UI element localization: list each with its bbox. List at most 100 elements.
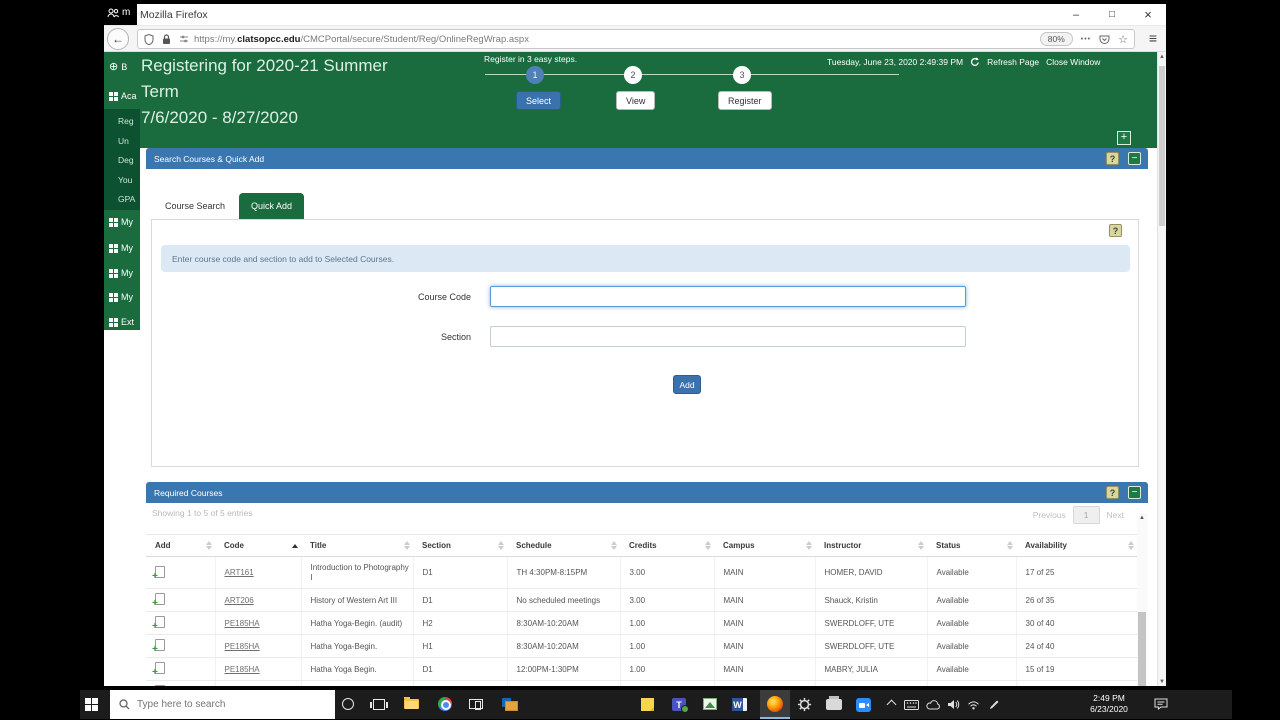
tab-quick-add[interactable]: Quick Add	[239, 193, 304, 219]
tab-course-search[interactable]: Course Search	[151, 193, 239, 219]
onedrive-cloud-icon[interactable]	[926, 700, 941, 710]
pocket-icon[interactable]	[1099, 34, 1110, 45]
sidebar-item-ext[interactable]: Ext	[109, 317, 134, 327]
close-window-link[interactable]: Close Window	[1046, 57, 1100, 67]
back-button[interactable]	[107, 28, 129, 50]
start-button[interactable]	[85, 698, 98, 711]
table-scrollbar-thumb[interactable]	[1138, 612, 1146, 686]
fax-app-icon[interactable]	[826, 699, 842, 710]
course-code-link[interactable]: ART206	[225, 596, 254, 605]
section-field[interactable]	[490, 326, 966, 347]
help-icon[interactable]	[1109, 224, 1122, 237]
sidebar-subitem-registration[interactable]: Reg	[118, 116, 134, 126]
refresh-page-link[interactable]: Refresh Page	[987, 57, 1039, 67]
column-header-instructor[interactable]: Instructor	[815, 535, 927, 557]
settings-gear-icon[interactable]	[797, 697, 812, 712]
close-button[interactable]	[1130, 4, 1166, 25]
page-scrollbar[interactable]	[1157, 52, 1166, 686]
column-header-add[interactable]: Add	[146, 535, 215, 557]
expand-icon[interactable]	[1117, 131, 1131, 145]
sidebar-item-my-2[interactable]: My	[109, 243, 133, 253]
sidebar-subitem-gpa[interactable]: GPA	[118, 194, 135, 204]
sticky-notes-icon[interactable]	[641, 698, 654, 711]
step-2-circle[interactable]: 2	[624, 66, 642, 84]
add-course-icon[interactable]	[155, 593, 165, 605]
bookmark-star-icon[interactable]	[1118, 33, 1128, 46]
url-bar[interactable]: https://my.clatsopcc.edu/CMCPortal/secur…	[137, 29, 1135, 49]
course-code-link[interactable]: PE185HA	[225, 642, 260, 651]
scroll-up-icon[interactable]	[1137, 513, 1147, 523]
pagination-next[interactable]: Next	[1107, 510, 1124, 520]
course-code-field[interactable]	[490, 286, 966, 307]
zoom-level-badge[interactable]: 80%	[1040, 32, 1073, 46]
help-icon[interactable]	[1106, 152, 1119, 165]
minimize-button[interactable]	[1058, 4, 1094, 25]
step-3-circle[interactable]: 3	[733, 66, 751, 84]
shield-icon[interactable]	[144, 34, 154, 45]
add-course-icon[interactable]	[155, 662, 165, 674]
scroll-down-icon[interactable]	[1158, 679, 1166, 685]
url-text[interactable]: https://my.clatsopcc.edu/CMCPortal/secur…	[194, 34, 529, 45]
column-header-code[interactable]: Code	[215, 535, 301, 557]
column-header-section[interactable]: Section	[413, 535, 507, 557]
column-header-availability[interactable]: Availability	[1016, 535, 1137, 557]
volume-icon[interactable]	[947, 699, 960, 710]
taskbar-clock[interactable]: 2:49 PM 6/23/2020	[1080, 693, 1138, 715]
sidebar-item-academics[interactable]: Aca	[109, 91, 137, 101]
table-scrollbar[interactable]	[1137, 513, 1147, 686]
scroll-up-icon[interactable]	[1158, 52, 1166, 62]
page-actions-icon[interactable]	[1081, 36, 1091, 43]
step-select-button[interactable]: Select	[516, 91, 561, 110]
column-header-credits[interactable]: Credits	[620, 535, 714, 557]
word-icon[interactable]	[732, 698, 747, 711]
column-header-schedule[interactable]: Schedule	[507, 535, 620, 557]
step-view-button[interactable]: View	[616, 91, 655, 110]
permissions-icon[interactable]	[179, 34, 189, 44]
course-code-link[interactable]: PE185HA	[225, 619, 260, 628]
outlook-icon[interactable]	[502, 698, 518, 711]
add-course-icon[interactable]	[155, 685, 165, 686]
sidebar-subitem-your[interactable]: You	[118, 175, 132, 185]
photo-app-icon[interactable]	[703, 698, 717, 710]
teams-icon[interactable]: T	[672, 698, 686, 711]
column-header-status[interactable]: Status	[927, 535, 1016, 557]
firefox-taskbar-tile[interactable]	[760, 690, 790, 719]
column-header-campus[interactable]: Campus	[714, 535, 815, 557]
file-explorer-icon[interactable]	[404, 699, 419, 709]
zoom-app-icon[interactable]	[856, 698, 871, 712]
step-1-circle[interactable]: 1	[526, 66, 544, 84]
pen-icon[interactable]	[989, 699, 1000, 710]
collapse-icon[interactable]	[1128, 152, 1141, 165]
help-icon[interactable]	[1106, 486, 1119, 499]
chrome-icon[interactable]	[438, 697, 452, 711]
menu-icon[interactable]	[1149, 30, 1157, 46]
add-button[interactable]: Add	[673, 375, 701, 394]
add-course-icon[interactable]	[155, 616, 165, 628]
taskbar-search[interactable]	[110, 690, 335, 719]
lock-icon[interactable]	[162, 34, 171, 45]
collapse-icon[interactable]	[1128, 486, 1141, 499]
search-input[interactable]	[137, 699, 307, 710]
task-view-icon[interactable]	[373, 699, 385, 710]
step-register-button[interactable]: Register	[718, 91, 772, 110]
column-header-title[interactable]: Title	[301, 535, 413, 557]
pagination-previous[interactable]: Previous	[1033, 510, 1066, 520]
tray-expand-icon[interactable]	[888, 701, 895, 708]
wifi-icon[interactable]	[967, 700, 980, 710]
page-scrollbar-thumb[interactable]	[1159, 66, 1165, 226]
action-center-icon[interactable]	[1154, 698, 1168, 710]
sidebar-item-my-4[interactable]: My	[109, 292, 133, 302]
sidebar-item-my-1[interactable]: My	[109, 217, 133, 227]
touch-keyboard-icon[interactable]	[904, 700, 919, 710]
course-code-link[interactable]: ART161	[225, 568, 254, 577]
refresh-icon[interactable]	[970, 57, 980, 67]
cortana-icon[interactable]	[342, 698, 354, 710]
course-code-link[interactable]: PE185HA	[225, 665, 260, 674]
add-course-icon[interactable]	[155, 639, 165, 651]
maximize-button[interactable]	[1094, 4, 1130, 25]
sidebar-subitem-unofficial[interactable]: Un	[118, 136, 129, 146]
your-phone-icon[interactable]	[469, 699, 483, 709]
sidebar-subitem-degree[interactable]: Deg	[118, 155, 134, 165]
sidebar-item-top[interactable]: B	[109, 60, 127, 73]
add-course-icon[interactable]	[155, 566, 165, 578]
